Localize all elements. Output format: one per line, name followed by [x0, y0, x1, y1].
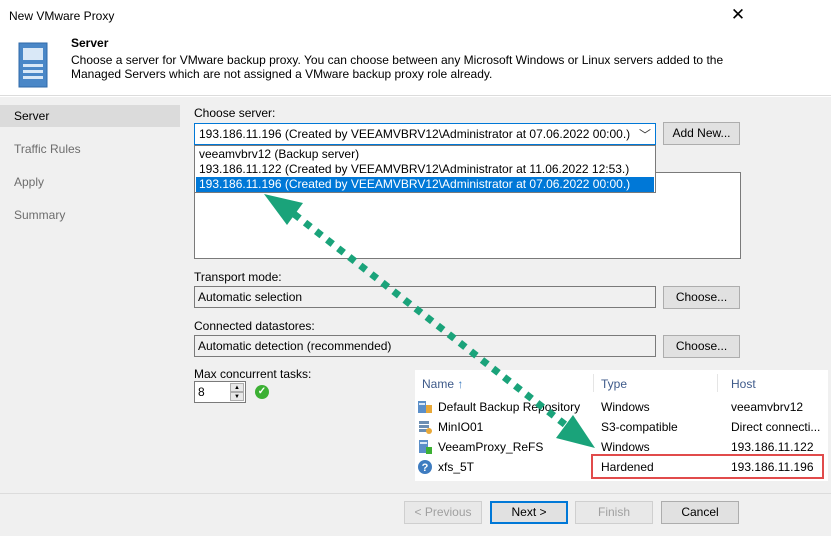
repository-icon [418, 401, 432, 413]
dropdown-option-selected[interactable]: 193.186.11.196 (Created by VEEAMVBRV12\A… [196, 177, 654, 192]
column-header-name-label: Name [422, 377, 455, 391]
max-tasks-stepper[interactable]: 8 ▲ ▼ [194, 381, 246, 403]
close-icon[interactable]: ✕ [728, 4, 748, 26]
repo-host: veeamvbrv12 [731, 400, 804, 414]
repo-type: Windows [601, 440, 650, 454]
max-tasks-value[interactable]: 8 [198, 385, 205, 399]
server-dropdown-list[interactable]: veeamvbrv12 (Backup server) 193.186.11.1… [194, 145, 656, 193]
svg-text:?: ? [422, 462, 429, 474]
table-row[interactable]: MinIO01 S3-compatible Direct connecti... [415, 417, 828, 437]
dropdown-option[interactable]: 193.186.11.122 (Created by VEEAMVBRV12\A… [196, 162, 654, 177]
repo-name: xfs_5T [438, 460, 475, 474]
object-storage-icon [419, 421, 432, 434]
add-new-button[interactable]: Add New... [663, 122, 740, 145]
datastores-field: Automatic detection (recommended) [194, 335, 656, 357]
repo-host: Direct connecti... [731, 420, 821, 434]
page-title: Server [71, 36, 109, 50]
window-titlebar: New VMware Proxy ✕ [0, 0, 831, 32]
footer-divider [0, 493, 831, 494]
server-select-value: 193.186.11.196 (Created by VEEAMVBRV12\A… [199, 127, 631, 141]
max-tasks-label: Max concurrent tasks: [194, 367, 312, 381]
wizard-header: Server Choose a server for VMware backup… [0, 32, 831, 96]
datastores-label: Connected datastores: [194, 319, 315, 333]
sort-ascending-icon: ↑ [457, 377, 464, 391]
transport-choose-button[interactable]: Choose... [663, 286, 740, 309]
wizard-steps: Server Traffic Rules Apply Summary [0, 97, 180, 536]
step-apply[interactable]: Apply [0, 171, 180, 193]
stepper-up-icon[interactable]: ▲ [230, 383, 244, 392]
step-server[interactable]: Server [0, 105, 180, 127]
checkmark-icon: ✓ [255, 385, 269, 399]
server-select[interactable]: 193.186.11.196 (Created by VEEAMVBRV12\A… [194, 123, 656, 145]
column-header-host[interactable]: Host [731, 377, 756, 391]
page-description: Choose a server for VMware backup proxy.… [71, 53, 724, 81]
choose-server-label: Choose server: [194, 106, 276, 120]
repo-name: Default Backup Repository [438, 400, 581, 414]
chevron-down-icon[interactable]: ﹀ [639, 126, 651, 143]
repo-name: MinIO01 [438, 420, 484, 434]
repo-type: S3-compatible [601, 420, 678, 434]
transport-mode-label: Transport mode: [194, 270, 282, 284]
server-icon [18, 42, 48, 88]
transport-mode-field: Automatic selection [194, 286, 656, 308]
finish-button[interactable]: Finish [575, 501, 653, 524]
datastores-value: Automatic detection (recommended) [198, 339, 392, 353]
repo-type: Windows [601, 400, 650, 414]
repo-host: 193.186.11.122 [731, 440, 814, 454]
column-header-type[interactable]: Type [601, 377, 627, 391]
datastores-choose-button[interactable]: Choose... [663, 335, 740, 358]
previous-button[interactable]: < Previous [404, 501, 482, 524]
question-icon: ? [418, 460, 432, 474]
next-button[interactable]: Next > [490, 501, 568, 524]
column-divider [717, 374, 718, 392]
cancel-button[interactable]: Cancel [661, 501, 739, 524]
dropdown-option[interactable]: veeamvbrv12 (Backup server) [196, 147, 654, 162]
column-header-name[interactable]: Name ↑ [422, 377, 463, 391]
highlight-box [591, 454, 824, 479]
step-summary[interactable]: Summary [0, 204, 180, 226]
repo-name: VeeamProxy_ReFS [438, 440, 544, 454]
table-row[interactable]: Default Backup Repository Windows veeamv… [415, 397, 828, 417]
step-traffic-rules[interactable]: Traffic Rules [0, 138, 180, 160]
stepper-down-icon[interactable]: ▼ [230, 392, 244, 401]
column-divider [593, 374, 594, 392]
windows-repository-icon [419, 440, 432, 454]
transport-mode-value: Automatic selection [198, 290, 303, 304]
window-title: New VMware Proxy [9, 9, 115, 23]
